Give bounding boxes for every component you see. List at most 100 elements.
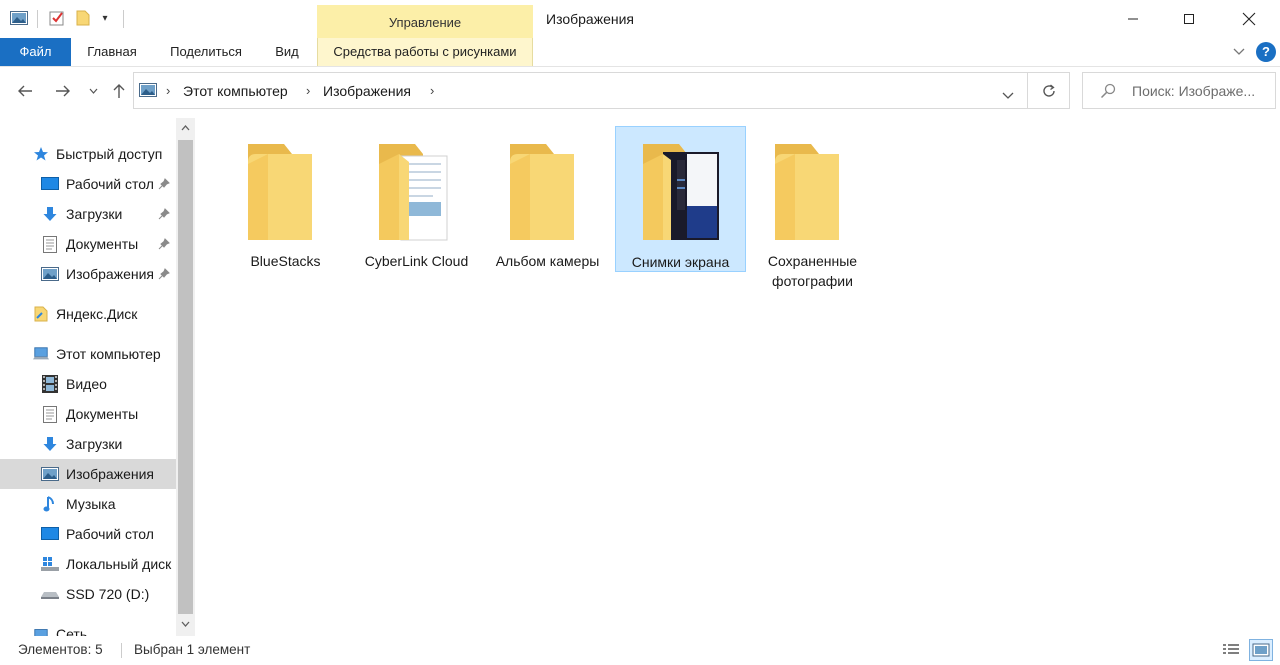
nav-item-music[interactable]: Музыка xyxy=(0,489,176,519)
tab-file[interactable]: Файл xyxy=(0,38,71,66)
network-icon xyxy=(33,625,49,636)
pictures-icon xyxy=(41,265,59,283)
nav-item-local-disk[interactable]: Локальный диск xyxy=(0,549,176,579)
customize-toolbar-chevron-icon[interactable]: ▾ xyxy=(98,9,112,27)
search-input[interactable]: Поиск: Изображе... xyxy=(1132,83,1255,99)
folder-icon xyxy=(775,144,839,240)
search-icon xyxy=(1100,83,1116,102)
nav-item-label: Рабочий стол xyxy=(66,176,154,192)
breadcrumb-separator-icon[interactable]: › xyxy=(166,83,170,98)
drive-icon xyxy=(41,585,59,603)
nav-item-label: Документы xyxy=(66,406,139,422)
breadcrumb-separator-icon[interactable]: › xyxy=(306,83,310,98)
maximize-button[interactable] xyxy=(1166,0,1212,38)
nav-item-documents[interactable]: Документы xyxy=(0,399,176,429)
pictures-icon xyxy=(41,465,59,483)
nav-item-label: Изображения xyxy=(66,466,154,482)
expand-ribbon-chevron-icon[interactable] xyxy=(1230,43,1248,61)
folder-content-area: BlueStacks CyberLink Cloud Альбом камеры xyxy=(196,118,1280,636)
back-button[interactable] xyxy=(13,79,37,103)
breadcrumb-separator-icon[interactable]: › xyxy=(430,83,434,98)
nav-item-desktop-pinned[interactable]: Рабочий стол xyxy=(0,169,176,199)
status-divider xyxy=(121,643,122,658)
nav-item-label: Рабочий стол xyxy=(66,526,154,542)
nav-item-yandex-disk[interactable]: Яндекс.Диск xyxy=(0,299,176,329)
tab-share[interactable]: Поделиться xyxy=(160,38,252,66)
large-icons-view-button[interactable] xyxy=(1249,639,1273,661)
download-icon xyxy=(41,435,59,453)
details-view-button[interactable] xyxy=(1219,639,1243,661)
nav-item-label: Загрузки xyxy=(66,206,123,222)
nav-item-label: Изображения xyxy=(66,266,154,282)
nav-item-documents-pinned[interactable]: Документы xyxy=(0,229,176,259)
manage-tab-label: Управление xyxy=(388,15,462,30)
large-icons-view-icon xyxy=(1252,643,1270,657)
title-bar: ▾ Управление Изображения xyxy=(0,0,1280,38)
nav-item-network[interactable]: Сеть xyxy=(0,619,176,636)
recent-locations-chevron-icon[interactable] xyxy=(84,79,102,103)
nav-item-this-pc[interactable]: Этот компьютер xyxy=(0,339,176,369)
minimize-button[interactable] xyxy=(1110,0,1156,38)
nav-item-quick-access[interactable]: Быстрый доступ xyxy=(0,139,176,169)
local-disk-icon xyxy=(41,555,59,573)
tab-picture-tools[interactable]: Средства работы с рисунками xyxy=(317,38,533,66)
close-button[interactable] xyxy=(1226,0,1272,38)
folder-saved-pictures[interactable]: Сохраненные фотографии xyxy=(747,126,878,289)
search-box[interactable]: Поиск: Изображе... xyxy=(1082,72,1276,109)
breadcrumb-pictures[interactable]: Изображения xyxy=(323,83,411,99)
pin-icon xyxy=(158,177,170,193)
folder-icon xyxy=(510,144,574,240)
tab-home[interactable]: Главная xyxy=(76,38,148,66)
folder-label: BlueStacks xyxy=(250,253,321,269)
nav-item-ssd-drive[interactable]: SSD 720 (D:) xyxy=(0,579,176,609)
nav-item-label: Музыка xyxy=(66,496,116,512)
nav-item-label: Локальный диск xyxy=(66,556,172,572)
nav-item-label: SSD 720 (D:) xyxy=(66,586,150,602)
folder-label: CyberLink Cloud xyxy=(364,253,469,269)
forward-button[interactable] xyxy=(51,79,75,103)
download-icon xyxy=(41,205,59,223)
new-folder-icon[interactable] xyxy=(73,9,93,27)
address-history-chevron-icon[interactable] xyxy=(1002,87,1014,103)
tab-view[interactable]: Вид xyxy=(268,38,306,66)
star-icon xyxy=(33,145,49,163)
help-icon[interactable]: ? xyxy=(1256,42,1276,62)
folder-screenshots[interactable]: Снимки экрана xyxy=(615,126,746,272)
properties-icon[interactable] xyxy=(47,9,67,27)
pin-icon xyxy=(158,267,170,283)
nav-pane-scrollbar[interactable] xyxy=(176,118,195,636)
nav-item-pictures[interactable]: Изображения xyxy=(0,459,176,489)
up-button[interactable] xyxy=(107,79,131,103)
refresh-button[interactable] xyxy=(1027,72,1070,109)
pin-icon xyxy=(158,207,170,223)
nav-item-video[interactable]: Видео xyxy=(0,369,176,399)
folder-cyberlink-cloud[interactable]: CyberLink Cloud xyxy=(351,126,482,272)
selection-count: Выбран 1 элемент xyxy=(134,642,251,657)
folder-bluestacks[interactable]: BlueStacks xyxy=(220,126,351,272)
folder-camera-roll[interactable]: Альбом камеры xyxy=(482,126,613,272)
navigation-pane: Быстрый доступ Рабочий стол Загрузки Док… xyxy=(0,118,176,636)
nav-item-desktop[interactable]: Рабочий стол xyxy=(0,519,176,549)
details-view-icon xyxy=(1223,644,1239,654)
address-bar[interactable]: › Этот компьютер › Изображения › xyxy=(133,72,1028,109)
desktop-icon xyxy=(41,525,59,543)
window-app-icon[interactable] xyxy=(9,9,29,27)
nav-item-downloads[interactable]: Загрузки xyxy=(0,429,176,459)
nav-item-label: Этот компьютер xyxy=(56,346,161,362)
nav-item-pictures-pinned[interactable]: Изображения xyxy=(0,259,176,289)
breadcrumb-this-pc[interactable]: Этот компьютер xyxy=(183,83,288,99)
scrollbar-thumb[interactable] xyxy=(178,140,193,614)
refresh-icon xyxy=(1042,84,1055,97)
folder-with-documents-icon xyxy=(379,144,448,241)
status-bar: Элементов: 5 Выбран 1 элемент xyxy=(0,636,1280,665)
folder-label: Альбом камеры xyxy=(495,253,600,269)
manage-tab[interactable]: Управление xyxy=(317,5,533,38)
nav-item-downloads-pinned[interactable]: Загрузки xyxy=(0,199,176,229)
folder-label: Снимки экрана xyxy=(631,254,730,270)
pictures-location-icon xyxy=(139,83,157,100)
scroll-up-arrow-icon[interactable] xyxy=(176,118,195,138)
folder-with-screenshots-icon xyxy=(643,144,719,240)
scroll-down-arrow-icon[interactable] xyxy=(176,614,195,634)
nav-item-label: Быстрый доступ xyxy=(56,146,163,162)
desktop-icon xyxy=(41,175,59,193)
